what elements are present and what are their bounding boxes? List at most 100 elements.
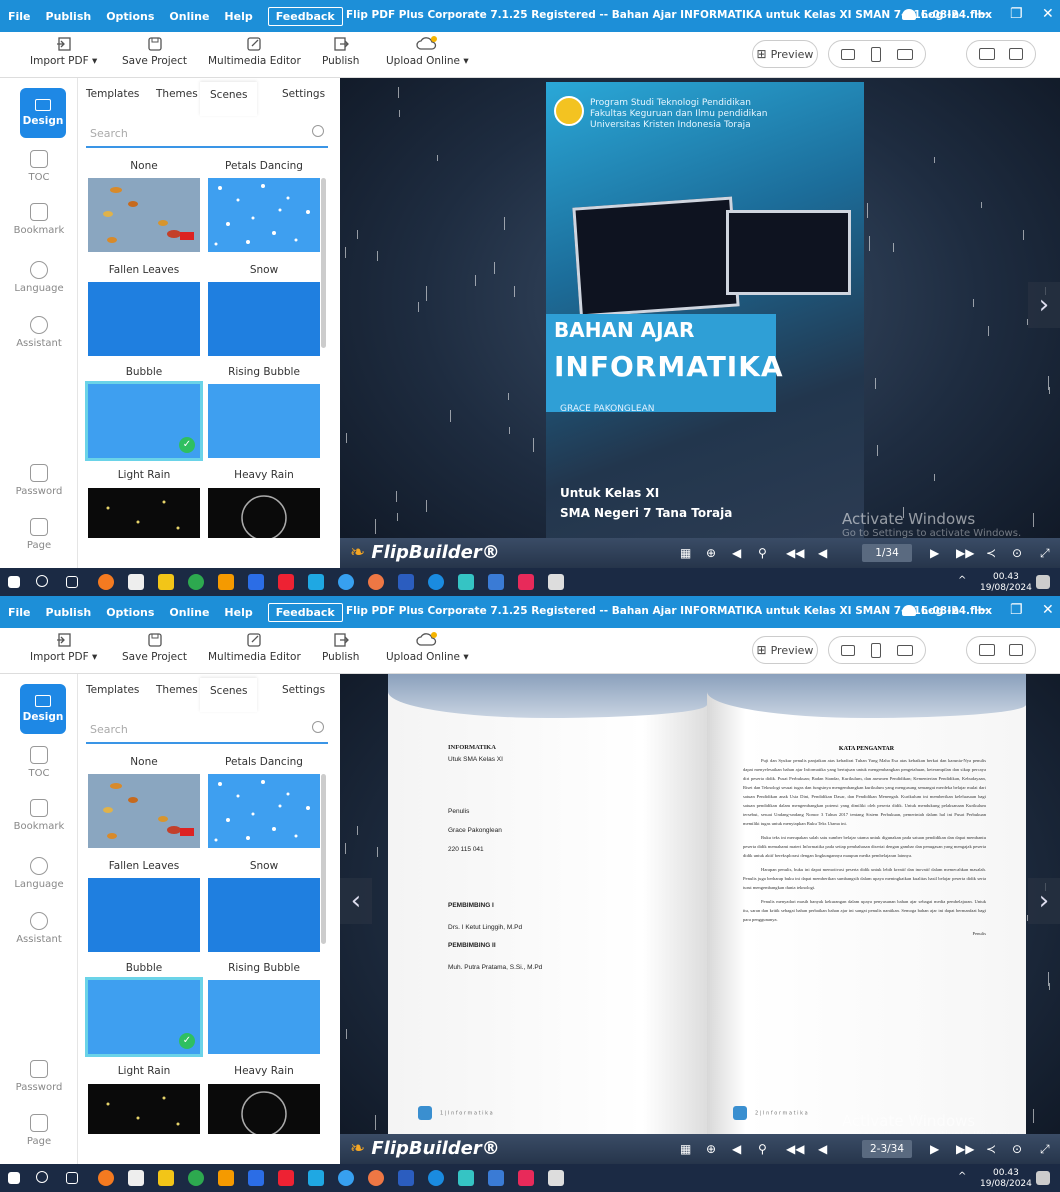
- chrome-icon[interactable]: [188, 574, 204, 590]
- task-view-icon[interactable]: [66, 1172, 78, 1184]
- telegram-icon[interactable]: [338, 574, 354, 590]
- scene-thumb-heavy-rain[interactable]: [208, 488, 320, 538]
- nav-assistant[interactable]: Assistant: [0, 912, 78, 945]
- tray-chevron-icon[interactable]: ^: [958, 1171, 966, 1182]
- sound-icon[interactable]: ◀: [732, 546, 741, 560]
- scene-thumb-fallen-leaves[interactable]: [88, 878, 200, 952]
- telegram-icon[interactable]: [338, 1170, 354, 1186]
- next-page-icon[interactable]: ▶: [930, 546, 939, 560]
- login-button[interactable]: Log In: [902, 604, 959, 617]
- clock[interactable]: 00.43 19/08/2024: [980, 1168, 1032, 1190]
- last-page-icon[interactable]: ▶▶: [956, 546, 974, 560]
- photoshop-icon[interactable]: [308, 1170, 324, 1186]
- photoshop-icon[interactable]: [308, 574, 324, 590]
- save-project-button[interactable]: Save Project: [122, 36, 187, 67]
- multimedia-editor-button[interactable]: Multimedia Editor: [208, 632, 301, 663]
- preview-button[interactable]: ⊞ Preview: [752, 40, 818, 68]
- scene-thumb-bubble[interactable]: ✓: [85, 977, 203, 1057]
- vlc-icon[interactable]: [218, 574, 234, 590]
- menu-help[interactable]: Help: [224, 10, 252, 23]
- vlc-icon[interactable]: [218, 1170, 234, 1186]
- nav-page[interactable]: Page: [0, 518, 78, 551]
- tablet-landscape-icon[interactable]: [897, 48, 913, 60]
- tab-scenes[interactable]: Scenes: [200, 82, 258, 116]
- last-page-icon[interactable]: ▶▶: [956, 1142, 974, 1156]
- scrollbar[interactable]: [321, 774, 326, 944]
- autoplay-icon[interactable]: ⊙: [1012, 546, 1022, 560]
- minimize-icon[interactable]: —: [975, 6, 989, 22]
- nav-design[interactable]: Design: [20, 684, 66, 734]
- publish-button[interactable]: Publish: [322, 36, 359, 67]
- chrome-icon[interactable]: [188, 1170, 204, 1186]
- nav-bookmark[interactable]: Bookmark: [0, 203, 78, 236]
- page-indicator[interactable]: 1/34: [862, 544, 912, 562]
- app-4-icon[interactable]: [548, 574, 564, 590]
- firefox-icon[interactable]: [98, 1170, 114, 1186]
- tab-themes[interactable]: Themes: [156, 684, 198, 696]
- prev-page-icon[interactable]: ◀: [818, 546, 827, 560]
- search-icon[interactable]: ⚲: [758, 1142, 767, 1156]
- preview-button[interactable]: ⊞ Preview: [752, 636, 818, 664]
- zoom-in-icon[interactable]: ⊕: [706, 1142, 716, 1156]
- menu-options[interactable]: Options: [106, 10, 154, 23]
- publish-button[interactable]: Publish: [322, 632, 359, 663]
- app-4-icon[interactable]: [548, 1170, 564, 1186]
- page-indicator[interactable]: 2-3/34: [862, 1140, 912, 1158]
- tab-templates[interactable]: Templates: [86, 88, 139, 100]
- explorer-icon[interactable]: [158, 574, 174, 590]
- search-input[interactable]: Search: [86, 714, 328, 744]
- share-icon[interactable]: ≺: [986, 1142, 996, 1156]
- app-icon[interactable]: [248, 574, 264, 590]
- restore-icon[interactable]: ❐: [1010, 602, 1023, 618]
- menu-publish[interactable]: Publish: [46, 606, 92, 619]
- scene-thumb-light-rain[interactable]: [88, 1084, 200, 1134]
- firefox-icon[interactable]: [98, 574, 114, 590]
- scene-thumb-heavy-rain[interactable]: [208, 1084, 320, 1134]
- word-icon[interactable]: [398, 1170, 414, 1186]
- search-taskbar-icon[interactable]: [36, 1171, 48, 1183]
- scene-thumb-bubble[interactable]: ✓: [85, 381, 203, 461]
- nav-password[interactable]: Password: [0, 1060, 78, 1093]
- scene-thumb-snow[interactable]: [208, 282, 320, 356]
- windows-start-icon[interactable]: [8, 576, 20, 588]
- prev-page-icon[interactable]: ◀: [818, 1142, 827, 1156]
- notification-icon[interactable]: [1036, 575, 1050, 589]
- flipbuilder-taskbar-icon[interactable]: [458, 1170, 474, 1186]
- app-2-icon[interactable]: [488, 574, 504, 590]
- menu-online[interactable]: Online: [169, 606, 209, 619]
- feedback-button[interactable]: Feedback: [267, 6, 343, 26]
- first-page-icon[interactable]: ◀◀: [786, 546, 804, 560]
- tab-settings[interactable]: Settings: [282, 88, 325, 100]
- tab-themes[interactable]: Themes: [156, 88, 198, 100]
- restore-icon[interactable]: ❐: [1010, 6, 1023, 22]
- next-page-button[interactable]: ›: [1028, 282, 1060, 328]
- first-page-icon[interactable]: ◀◀: [786, 1142, 804, 1156]
- share-icon[interactable]: ≺: [986, 546, 996, 560]
- menu-options[interactable]: Options: [106, 606, 154, 619]
- tab-templates[interactable]: Templates: [86, 684, 139, 696]
- edge-icon[interactable]: [428, 1170, 444, 1186]
- nav-toc[interactable]: TOC: [0, 150, 78, 183]
- store-icon[interactable]: [128, 1170, 144, 1186]
- close-icon[interactable]: ✕: [1042, 6, 1054, 22]
- feedback-button[interactable]: Feedback: [267, 602, 343, 622]
- single-page-icon[interactable]: [1009, 48, 1023, 60]
- next-page-icon[interactable]: ▶: [930, 1142, 939, 1156]
- close-icon[interactable]: ✕: [1042, 602, 1054, 618]
- nav-bookmark[interactable]: Bookmark: [0, 799, 78, 832]
- thumbnails-icon[interactable]: ▦: [680, 546, 691, 560]
- scene-thumb-none[interactable]: [88, 178, 200, 252]
- upload-online-button[interactable]: Upload Online ▾: [386, 36, 469, 67]
- desktop-icon[interactable]: [841, 48, 855, 60]
- menu-file[interactable]: File: [8, 10, 31, 23]
- left-page[interactable]: INFORMATIKA Utuk SMA Kelas XI Penulis Gr…: [388, 674, 707, 1152]
- tab-settings[interactable]: Settings: [282, 684, 325, 696]
- save-project-button[interactable]: Save Project: [122, 632, 187, 663]
- tab-scenes[interactable]: Scenes: [200, 678, 258, 712]
- prev-page-button[interactable]: ‹: [340, 878, 372, 924]
- thumbnails-icon[interactable]: ▦: [680, 1142, 691, 1156]
- scrollbar[interactable]: [321, 178, 326, 348]
- sound-icon[interactable]: ◀: [732, 1142, 741, 1156]
- word-icon[interactable]: [398, 574, 414, 590]
- minimize-icon[interactable]: —: [975, 602, 989, 618]
